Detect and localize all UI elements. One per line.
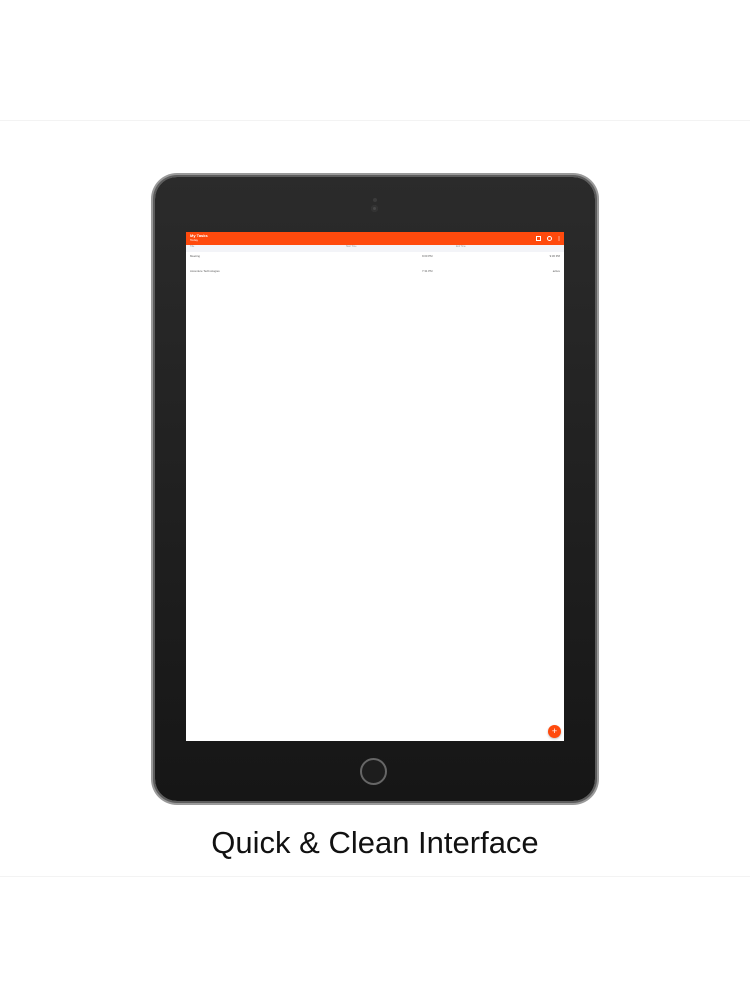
column-start-time: Start Time — [346, 246, 357, 248]
table-row[interactable]: Meeting 9:00 PM 9:30 PM — [186, 252, 564, 263]
tablet-device: My Tasks Today Title Start Time End Time… — [155, 177, 595, 801]
row-start-time: 7:31 PM — [422, 269, 433, 273]
gear-icon[interactable] — [547, 236, 552, 241]
add-task-button[interactable]: + — [548, 725, 561, 738]
app-actions — [536, 236, 560, 241]
table-header: Title Start Time End Time — [186, 245, 564, 252]
column-title: Title — [190, 246, 195, 248]
row-title: Accenture Technologies — [190, 269, 220, 273]
app-subtitle: Today — [190, 238, 199, 242]
row-end-time: active — [552, 269, 560, 273]
calendar-icon[interactable] — [536, 236, 541, 241]
camera-sensor — [373, 198, 377, 202]
row-start-time: 9:00 PM — [422, 254, 433, 258]
promo-caption: Quick & Clean Interface — [211, 825, 539, 860]
app-screen: My Tasks Today Title Start Time End Time… — [186, 232, 564, 741]
camera-lens — [371, 205, 378, 212]
row-title: Meeting — [190, 254, 200, 258]
app-bar: My Tasks Today — [186, 232, 564, 245]
table-row[interactable]: Accenture Technologies 7:31 PM active — [186, 267, 564, 278]
column-end-time: End Time — [456, 246, 466, 248]
row-end-time: 9:30 PM — [549, 254, 560, 258]
home-button[interactable] — [360, 758, 387, 785]
more-vertical-icon[interactable] — [558, 236, 560, 241]
